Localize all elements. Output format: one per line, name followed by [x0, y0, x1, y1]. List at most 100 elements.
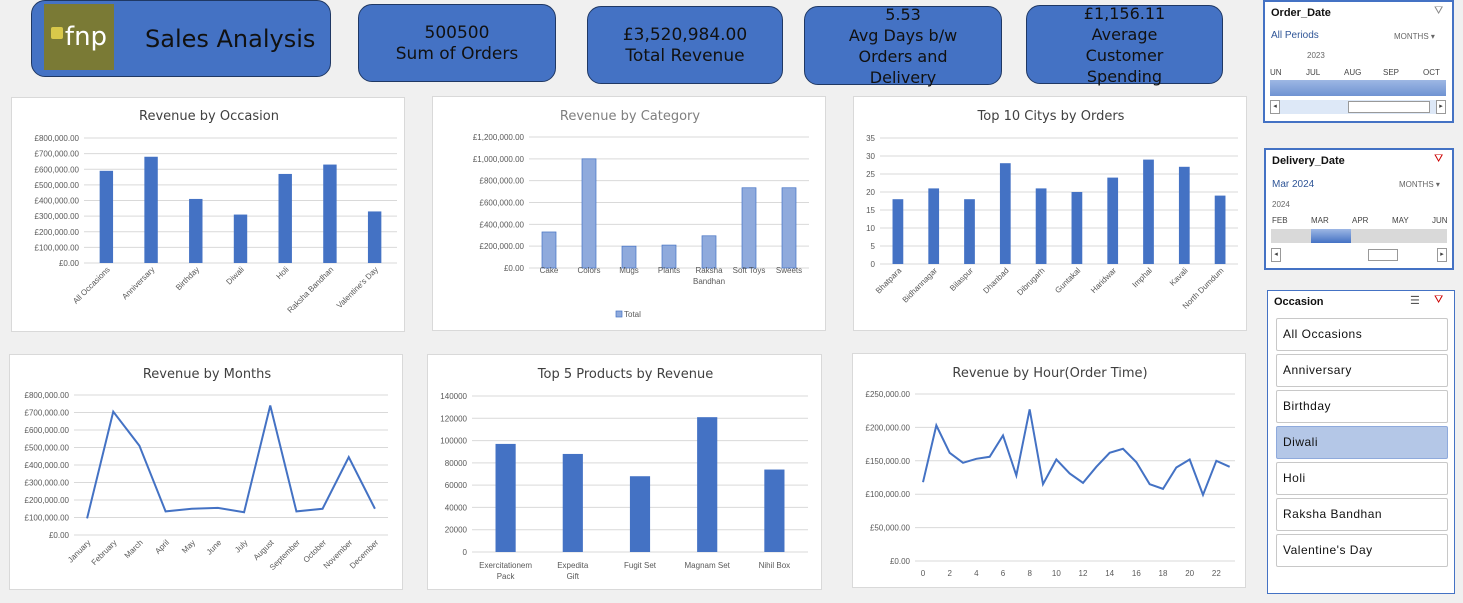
x-tick-label: 8	[1027, 569, 1032, 578]
bar	[781, 187, 797, 269]
y-tick-label: £700,000.00	[25, 409, 70, 418]
y-tick-label: 40000	[445, 503, 468, 512]
x-tick-label: 22	[1212, 569, 1221, 578]
y-tick-label: £400,000.00	[35, 197, 80, 206]
bar	[697, 417, 718, 552]
kpi-label: Avg Days b/w Orders and Delivery	[848, 25, 958, 87]
chart-canvas: Revenue by Hour(Order Time) £0.00 £50,000.…	[866, 366, 1235, 578]
timeline-scrollbar[interactable]: ◂ ▸	[1271, 248, 1447, 262]
month-label: APR	[1352, 216, 1369, 225]
clear-filter-icon[interactable]: ⛛	[1434, 294, 1443, 307]
x-tick-label-line: Expedita	[557, 561, 589, 570]
x-tick-label: 2	[947, 569, 952, 578]
occasion-item[interactable]: Raksha Bandhan	[1276, 498, 1448, 531]
scroll-thumb[interactable]	[1368, 249, 1398, 261]
delivery-date-timeline[interactable]: Delivery_Date ⛛ Mar 2024 MONTHS ▾ 2024 F…	[1264, 148, 1454, 270]
bar	[562, 453, 583, 552]
x-tick-label-line: Gift	[567, 572, 580, 581]
occasion-item[interactable]: Holi	[1276, 462, 1448, 495]
month-label: AUG	[1344, 68, 1362, 77]
multi-select-icon[interactable]: ☰	[1410, 294, 1420, 307]
occasion-slicer[interactable]: Occasion ☰ ⛛ All Occasions Anniversary B…	[1267, 290, 1455, 594]
scroll-left-icon[interactable]: ◂	[1271, 248, 1281, 262]
x-tick-label: June	[205, 538, 224, 557]
order-date-timeline[interactable]: Order_Date ⛛ All Periods MONTHS ▾ 2023 U…	[1263, 0, 1454, 123]
time-level-dropdown[interactable]: MONTHS ▾	[1399, 180, 1440, 189]
occasion-item[interactable]: Birthday	[1276, 390, 1448, 423]
timeline-scrollbar[interactable]: ◂ ▸	[1270, 100, 1446, 114]
month-label: JUN	[1432, 216, 1448, 225]
occasion-item[interactable]: Anniversary	[1276, 354, 1448, 387]
chart-revenue-by-category: Revenue by Category £0.00 £200,000.00 £400,…	[432, 96, 826, 331]
bar	[1035, 188, 1047, 264]
x-tick-label: July	[233, 538, 249, 554]
month-label: MAY	[1392, 216, 1409, 225]
x-tick-label: Mugs	[619, 266, 639, 275]
occasion-item[interactable]: All Occasions	[1276, 318, 1448, 351]
x-tick-label: 14	[1105, 569, 1114, 578]
logo-text: fnp	[64, 22, 108, 52]
y-tick-label: £600,000.00	[25, 426, 70, 435]
y-tick-label: 80000	[445, 459, 468, 468]
x-tick-label: March	[123, 538, 145, 560]
y-tick-label: 0	[871, 260, 876, 269]
kpi-sum-of-orders: 500500 Sum of Orders	[358, 4, 556, 82]
scroll-left-icon[interactable]: ◂	[1270, 100, 1280, 114]
fnp-logo: fnp	[44, 4, 114, 70]
chevron-down-icon: ▾	[1435, 180, 1440, 189]
scroll-right-icon[interactable]: ▸	[1436, 100, 1446, 114]
y-tick-label: £600,000.00	[35, 165, 80, 174]
bar	[741, 187, 757, 269]
selected-period[interactable]	[1311, 229, 1351, 243]
y-tick-label: £0.00	[890, 557, 911, 566]
chart-title: Revenue by Occasion	[139, 109, 279, 124]
y-tick-label: 35	[866, 134, 875, 143]
y-tick-label: £800,000.00	[480, 177, 525, 186]
timeline-bar[interactable]	[1270, 80, 1446, 96]
x-tick-label: Haridwar	[1089, 266, 1118, 295]
y-tick-label: £800,000.00	[25, 391, 70, 400]
occasion-item[interactable]: Valentine's Day	[1276, 534, 1448, 567]
time-level-dropdown[interactable]: MONTHS ▾	[1394, 32, 1435, 41]
y-tick-label: 0	[463, 548, 468, 557]
x-tick-label: Dibrugarh	[1015, 266, 1046, 297]
chart-title: Revenue by Category	[560, 109, 701, 124]
bar	[629, 476, 651, 552]
kpi-label: Average Customer Spending	[1085, 24, 1164, 86]
x-tick-label: Nihil Box	[759, 561, 791, 570]
y-tick-label: 120000	[440, 414, 467, 423]
chart-title: Top 5 Products by Revenue	[537, 367, 713, 382]
y-tick-label: £300,000.00	[25, 479, 70, 488]
y-tick-label: 15	[866, 206, 875, 215]
month-label: MAR	[1311, 216, 1329, 225]
y-tick-label: £500,000.00	[25, 444, 70, 453]
y-tick-label: £500,000.00	[35, 181, 80, 190]
clear-filter-icon[interactable]: ⛛	[1434, 153, 1443, 166]
y-tick-label: £250,000.00	[866, 390, 911, 399]
y-tick-label: £0.00	[59, 259, 80, 268]
y-tick-label: 20000	[445, 526, 468, 535]
bar	[892, 199, 904, 264]
x-tick-label: Raksha Bandhan	[286, 265, 336, 315]
scroll-thumb[interactable]	[1348, 101, 1430, 113]
bar	[367, 211, 382, 263]
scroll-right-icon[interactable]: ▸	[1437, 248, 1447, 262]
x-tick-label: Plants	[658, 266, 680, 275]
y-tick-label: £800,000.00	[35, 134, 80, 143]
clear-filter-icon[interactable]: ⛛	[1434, 5, 1443, 18]
timeline-bar[interactable]	[1271, 229, 1447, 243]
y-tick-label: 140000	[440, 392, 467, 401]
timeline-title: Order_Date	[1271, 7, 1331, 19]
x-tick-label: 0	[921, 569, 926, 578]
x-tick-label: Expedita Gift	[557, 561, 589, 581]
timeline-title: Delivery_Date	[1272, 155, 1345, 167]
slicer-title: Occasion	[1274, 296, 1324, 308]
x-tick-label: Imphal	[1131, 266, 1155, 290]
kpi-value: £3,520,984.00	[622, 24, 748, 45]
occasion-item-selected[interactable]: Diwali	[1276, 426, 1448, 459]
y-tick-label: £1,000,000.00	[473, 155, 525, 164]
y-tick-label: 5	[871, 242, 876, 251]
y-tick-label: £400,000.00	[25, 461, 70, 470]
bar	[1107, 177, 1119, 264]
x-tick-label: Raksha Bandhan	[693, 266, 725, 286]
